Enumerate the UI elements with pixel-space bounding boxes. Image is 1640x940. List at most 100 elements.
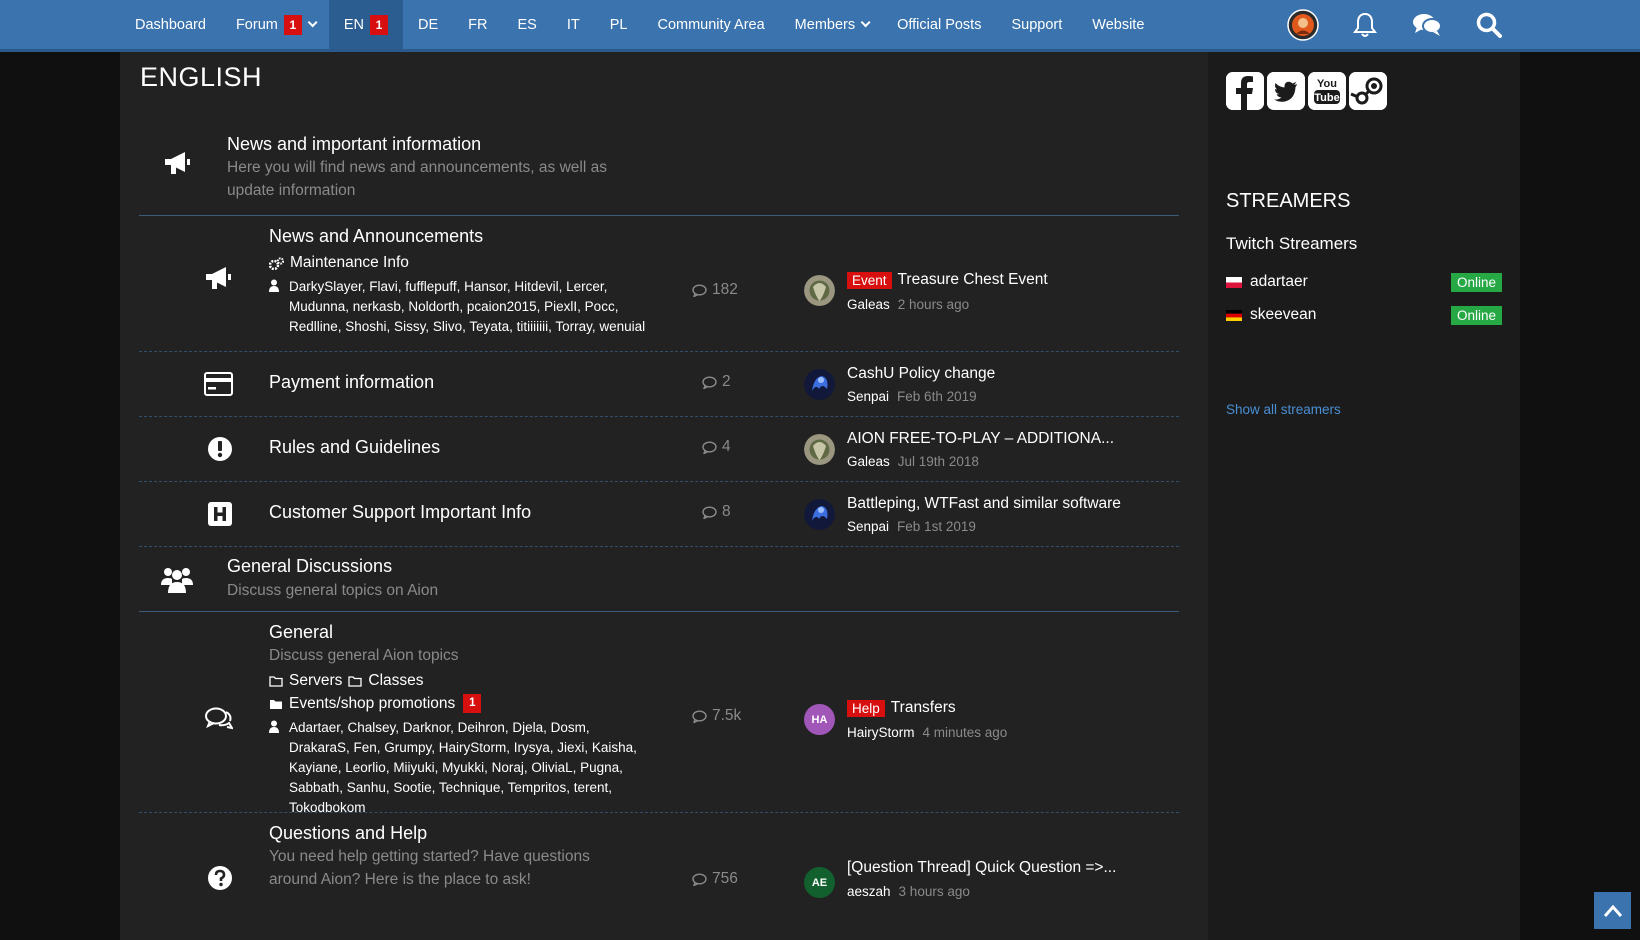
comment-icon	[692, 283, 707, 297]
comment-icon	[692, 709, 707, 723]
last-post-title[interactable]: [Question Thread] Quick Question =>...	[847, 859, 1116, 877]
streamer-row: adartaer Online	[1226, 271, 1502, 293]
search-icon[interactable]	[1458, 0, 1520, 49]
last-post-title[interactable]: AION FREE-TO-PLAY – ADDITIONA...	[847, 430, 1114, 448]
nav-community-area[interactable]: Community Area	[642, 0, 779, 49]
last-post-user[interactable]: Galeas	[847, 297, 890, 312]
last-post-user[interactable]: Senpai	[847, 519, 889, 534]
reply-count: 4	[702, 438, 731, 456]
nav-members-label: Members	[794, 16, 856, 33]
chat-bubbles-icon[interactable]	[1396, 0, 1458, 49]
node-title[interactable]: General	[269, 622, 333, 643]
subforum-classes[interactable]: Classes	[368, 672, 423, 690]
subforum-events-row: Events/shop promotions 1	[269, 694, 482, 713]
nav-en[interactable]: EN 1	[328, 0, 403, 49]
megaphone-icon	[163, 150, 191, 181]
user-icon	[269, 279, 279, 292]
show-all-streamers-link[interactable]: Show all streamers	[1226, 402, 1341, 417]
reply-count: 2	[702, 373, 731, 391]
last-post-link[interactable]: AION FREE-TO-PLAY – ADDITIONA...	[847, 430, 1114, 448]
category-news: News and important information Here you …	[139, 126, 1179, 216]
node-description: You need help getting started? Have ques…	[269, 848, 590, 888]
last-post-user[interactable]: HairyStorm	[847, 725, 915, 740]
nav-pl[interactable]: PL	[595, 0, 643, 49]
scroll-to-top-button[interactable]	[1594, 892, 1631, 929]
last-post-time: 4 minutes ago	[922, 725, 1008, 740]
nav-dashboard[interactable]: Dashboard	[120, 0, 221, 49]
prefix-tag: Help	[847, 699, 885, 717]
steam-icon[interactable]	[1349, 72, 1387, 110]
avatar[interactable]	[804, 275, 835, 306]
nav-members[interactable]: Members	[780, 0, 882, 49]
nav-forum-label: Forum	[235, 16, 278, 33]
subforum-events-shop-promotions[interactable]: Events/shop promotions	[289, 695, 455, 713]
nav-website-label: Website	[1092, 16, 1145, 33]
last-post-user[interactable]: aeszah	[847, 884, 891, 899]
last-post-meta: aeszah 3 hours ago	[847, 884, 970, 899]
streamer-name[interactable]: adartaer	[1250, 273, 1308, 291]
comment-icon	[692, 872, 707, 886]
moderators-names[interactable]: DarkySlayer, Flavi, fufflepuff, Hansor, …	[269, 277, 649, 337]
last-post-link[interactable]: [Question Thread] Quick Question =>...	[847, 859, 1116, 877]
subforum-servers[interactable]: Servers	[289, 672, 342, 690]
last-post-link[interactable]: Transfers	[891, 699, 956, 717]
page-title: ENGLISH	[140, 62, 263, 92]
nav-forum[interactable]: Forum 1	[221, 0, 329, 49]
avatar[interactable]	[804, 499, 835, 530]
last-post-title[interactable]: Help Transfers	[847, 699, 956, 717]
last-post-meta: HairyStorm 4 minutes ago	[847, 725, 1007, 740]
last-post-title[interactable]: CashU Policy change	[847, 365, 995, 383]
facebook-icon[interactable]	[1226, 72, 1264, 110]
chevron-up-icon	[1603, 904, 1622, 917]
avatar[interactable]	[804, 434, 835, 465]
nav-official-posts[interactable]: Official Posts	[882, 0, 996, 49]
category-title[interactable]: General Discussions	[227, 556, 392, 577]
nav-es[interactable]: ES	[503, 0, 552, 49]
gears-icon	[269, 256, 284, 270]
avatar[interactable]	[804, 369, 835, 400]
nav-website[interactable]: Website	[1077, 0, 1159, 49]
nav-support[interactable]: Support	[996, 0, 1077, 49]
subforums-row: Servers Classes	[269, 672, 424, 690]
nav-pl-label: PL	[609, 16, 628, 33]
exclamation-icon	[207, 436, 233, 467]
avatar[interactable]: AE	[804, 867, 835, 898]
youtube-icon[interactable]: You Tube	[1308, 72, 1346, 110]
bell-icon[interactable]	[1334, 0, 1396, 49]
category-title[interactable]: News and important information	[227, 134, 481, 155]
subforum-link[interactable]: Maintenance Info	[290, 254, 409, 272]
reply-count-value: 756	[712, 870, 738, 887]
node-title[interactable]: Customer Support Important Info	[269, 502, 531, 523]
nav-it[interactable]: IT	[552, 0, 595, 49]
node-title[interactable]: Rules and Guidelines	[269, 437, 440, 458]
node-title[interactable]: Payment information	[269, 372, 434, 393]
avatar[interactable]: HA	[804, 704, 835, 735]
svg-text:Tube: Tube	[1314, 92, 1339, 104]
last-post-user[interactable]: Senpai	[847, 389, 889, 404]
last-post-link[interactable]: Treasure Chest Event	[898, 271, 1048, 289]
nav-de[interactable]: DE	[403, 0, 453, 49]
last-post-link[interactable]: Battleping, WTFast and similar software	[847, 495, 1121, 513]
hospital-icon	[207, 501, 233, 532]
nav-fr-label: FR	[468, 16, 488, 33]
last-post-title[interactable]: Event Treasure Chest Event	[847, 271, 1048, 289]
comment-icon	[702, 505, 717, 519]
forum-node-rules: Rules and Guidelines 4 AION FREE-TO-PLAY…	[139, 418, 1179, 482]
nav-en-label: EN	[343, 16, 364, 33]
subforum-maintenance-info: Maintenance Info	[269, 254, 409, 272]
last-post-user[interactable]: Galeas	[847, 454, 890, 469]
node-title[interactable]: Questions and Help	[269, 823, 427, 844]
forum-node-customer-support: Customer Support Important Info 8 Battle…	[139, 483, 1179, 547]
user-avatar-button[interactable]	[1272, 0, 1334, 49]
nav-official-label: Official Posts	[897, 16, 982, 33]
node-title[interactable]: News and Announcements	[269, 226, 483, 247]
forum-node-payment: Payment information 2 CashU Policy chang…	[139, 353, 1179, 417]
last-post-title[interactable]: Battleping, WTFast and similar software	[847, 495, 1121, 513]
moderators-names[interactable]: Adartaer, Chalsey, Darknor, Deihron, Dje…	[269, 718, 649, 818]
reply-count: 8	[702, 503, 731, 521]
nav-fr[interactable]: FR	[453, 0, 502, 49]
category-description: Discuss general topics on Aion	[227, 582, 439, 599]
streamer-name[interactable]: skeevean	[1250, 306, 1316, 324]
last-post-link[interactable]: CashU Policy change	[847, 365, 995, 383]
twitter-icon[interactable]	[1267, 72, 1305, 110]
